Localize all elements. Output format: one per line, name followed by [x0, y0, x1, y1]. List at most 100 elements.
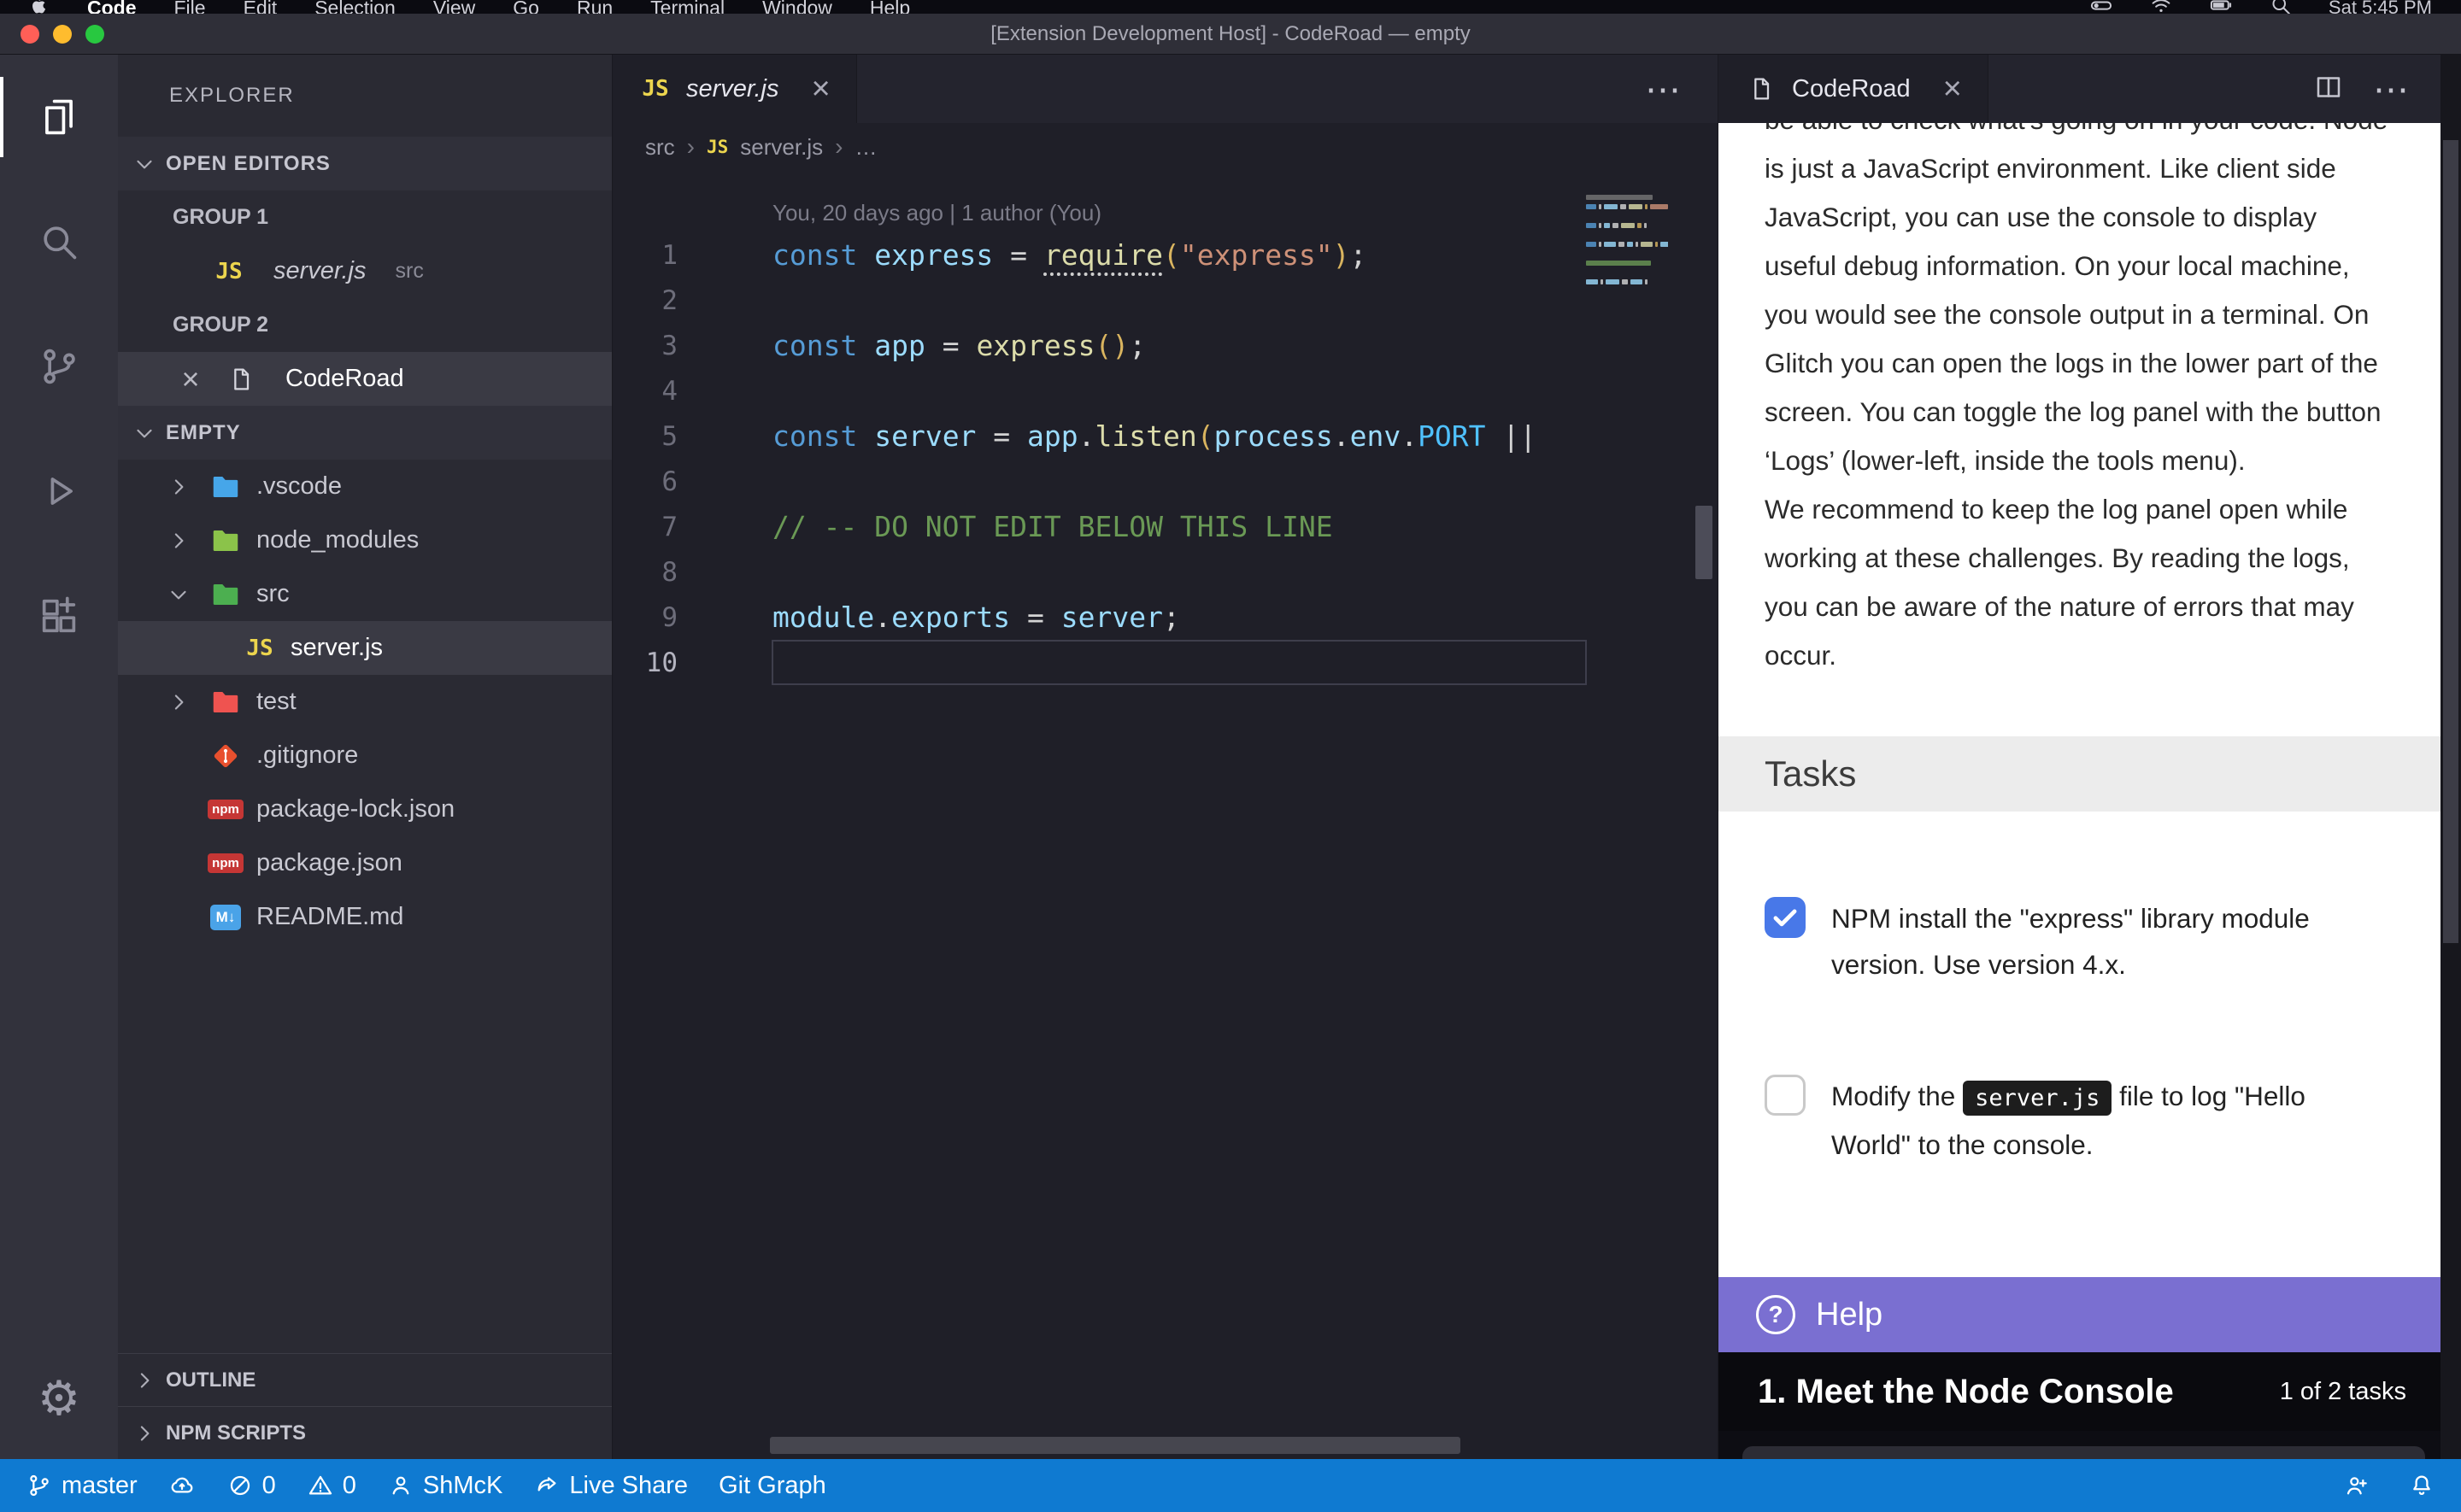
- status-0[interactable]: 0: [307, 1472, 356, 1500]
- breadcrumb-src[interactable]: src: [645, 134, 675, 161]
- activity-source-control-icon[interactable]: [0, 304, 118, 429]
- settings-gear-icon[interactable]: ⚙: [0, 1338, 118, 1459]
- menu-item-terminal[interactable]: Terminal: [650, 0, 725, 14]
- tab-coderoad[interactable]: CodeRoad ×: [1718, 55, 1988, 123]
- help-bar[interactable]: ? Help: [1718, 1277, 2440, 1352]
- more-actions-icon[interactable]: ⋯: [2373, 68, 2411, 110]
- line-number[interactable]: 8: [613, 557, 717, 588]
- menu-item-help[interactable]: Help: [870, 0, 910, 14]
- menu-item-file[interactable]: File: [174, 0, 206, 14]
- open-editor-coderoad[interactable]: ×CodeRoad: [118, 352, 612, 406]
- split-editor-icon[interactable]: [2313, 72, 2344, 107]
- line-number[interactable]: 10: [613, 648, 717, 678]
- tree-item-package-lock-json[interactable]: npmpackage-lock.json: [118, 782, 612, 836]
- open-editor-server-js[interactable]: JSserver.jssrc: [118, 244, 612, 298]
- lesson-paragraph: We recommend to keep the log panel open …: [1765, 485, 2394, 680]
- panel-scrollbar[interactable]: [2440, 55, 2461, 1459]
- apple-menu-icon[interactable]: [29, 0, 50, 14]
- code-line-3[interactable]: 3const app = express();: [613, 323, 1718, 368]
- invite-icon[interactable]: [2343, 1472, 2370, 1499]
- activity-explorer-icon[interactable]: [0, 55, 118, 179]
- close-icon[interactable]: ×: [178, 366, 203, 392]
- panel-tab-bar: CodeRoad × ⋯: [1718, 55, 2440, 123]
- wifi-icon[interactable]: [2149, 0, 2173, 14]
- line-number[interactable]: 5: [613, 421, 717, 452]
- minimize-window-button[interactable]: [53, 25, 72, 44]
- error-icon: [226, 1472, 254, 1499]
- section-outline[interactable]: OUTLINE: [118, 1353, 612, 1406]
- current-line-highlight: [772, 640, 1587, 685]
- tab-server-js[interactable]: JS server.js ×: [613, 55, 857, 123]
- line-number[interactable]: 7: [613, 512, 717, 542]
- titlebar[interactable]: [Extension Development Host] - CodeRoad …: [0, 14, 2461, 55]
- task-checkbox-checked[interactable]: [1765, 897, 1806, 938]
- line-number[interactable]: 2: [613, 285, 717, 316]
- status-live-share[interactable]: Live Share: [533, 1472, 688, 1500]
- line-number[interactable]: 9: [613, 602, 717, 633]
- status-shmck[interactable]: ShMcK: [387, 1472, 502, 1500]
- tree-item-readme-md[interactable]: M↓README.md: [118, 890, 612, 944]
- status-git-graph[interactable]: Git Graph: [719, 1472, 826, 1500]
- tree-item-vscode[interactable]: .vscode: [118, 460, 612, 513]
- menu-item-selection[interactable]: Selection: [314, 0, 396, 14]
- code-line-1[interactable]: 1const express = require("express");: [613, 232, 1718, 278]
- bell-icon[interactable]: [2408, 1472, 2435, 1499]
- code-line-10[interactable]: 10: [613, 640, 1718, 685]
- code-line-4[interactable]: 4: [613, 368, 1718, 413]
- zoom-window-button[interactable]: [85, 25, 104, 44]
- editor-horizontal-scrollbar[interactable]: [770, 1437, 1460, 1454]
- menu-item-go[interactable]: Go: [513, 0, 539, 14]
- activity-run-debug-icon[interactable]: [0, 429, 118, 554]
- activity-search-icon[interactable]: [0, 179, 118, 304]
- line-number[interactable]: 4: [613, 376, 717, 407]
- editor-group: JS server.js × ⋯ src›JSserver.js›… You, …: [612, 55, 1718, 1459]
- tree-item-test[interactable]: test: [118, 675, 612, 729]
- status-0[interactable]: 0: [226, 1472, 276, 1500]
- breadcrumb[interactable]: src›JSserver.js›…: [613, 123, 1718, 171]
- close-window-button[interactable]: [21, 25, 39, 44]
- line-number[interactable]: 3: [613, 331, 717, 361]
- tree-item-src[interactable]: src: [118, 567, 612, 621]
- breadcrumb-more[interactable]: …: [855, 134, 877, 161]
- tree-item-gitignore[interactable]: .gitignore: [118, 729, 612, 782]
- menu-item-edit[interactable]: Edit: [244, 0, 278, 14]
- tree-item-server-js[interactable]: JSserver.js: [118, 621, 612, 675]
- menu-item-run[interactable]: Run: [577, 0, 613, 14]
- status-master[interactable]: master: [26, 1472, 138, 1500]
- close-tab-icon[interactable]: ×: [812, 73, 831, 105]
- scrollbar-thumb[interactable]: [2443, 140, 2458, 943]
- code-line-5[interactable]: 5const server = app.listen(process.env.P…: [613, 413, 1718, 459]
- section-npm-scripts[interactable]: NPM SCRIPTS: [118, 1406, 612, 1459]
- editor-more-actions-icon[interactable]: ⋯: [1645, 68, 1718, 110]
- code-line-9[interactable]: 9module.exports = server;: [613, 595, 1718, 640]
- line-number[interactable]: 6: [613, 466, 717, 497]
- continue-button-edge[interactable]: [1742, 1446, 2425, 1459]
- tree-item-node-modules[interactable]: node_modules: [118, 513, 612, 567]
- task-list: NPM install the "express" library module…: [1718, 812, 2440, 1253]
- tasks-header: Tasks: [1718, 736, 2440, 812]
- task-checkbox-unchecked[interactable]: [1765, 1075, 1806, 1116]
- spotlight-icon[interactable]: [2269, 0, 2293, 14]
- code-line-8[interactable]: 8: [613, 549, 1718, 595]
- close-tab-icon[interactable]: ×: [1943, 73, 1962, 105]
- code-line-6[interactable]: 6: [613, 459, 1718, 504]
- display-icon[interactable]: [2089, 0, 2113, 14]
- open-editors-header[interactable]: OPEN EDITORS: [118, 137, 612, 190]
- menu-item-view[interactable]: View: [433, 0, 475, 14]
- tree-item-package-json[interactable]: npmpackage.json: [118, 836, 612, 890]
- menu-item-code[interactable]: Code: [87, 0, 137, 14]
- code-line-7[interactable]: 7// -- DO NOT EDIT BELOW THIS LINE: [613, 504, 1718, 549]
- gitlens-annotation[interactable]: You, 20 days ago | 1 author (You): [772, 193, 1718, 232]
- code-editor[interactable]: You, 20 days ago | 1 author (You)1const …: [613, 171, 1718, 1459]
- minimap[interactable]: [1586, 195, 1668, 298]
- breadcrumb-server-js[interactable]: server.js: [740, 134, 823, 161]
- menu-item-window[interactable]: Window: [762, 0, 832, 14]
- activity-extensions-icon[interactable]: [0, 554, 118, 678]
- status-cloud-upload[interactable]: [168, 1472, 196, 1499]
- battery-icon[interactable]: [2209, 0, 2233, 14]
- line-number[interactable]: 1: [613, 240, 717, 271]
- code-line-2[interactable]: 2: [613, 278, 1718, 323]
- editor-vertical-scrollbar[interactable]: [1695, 506, 1712, 579]
- workspace-header-empty[interactable]: EMPTY: [118, 406, 612, 460]
- menubar-clock[interactable]: Sat 5:45 PM: [2329, 0, 2432, 14]
